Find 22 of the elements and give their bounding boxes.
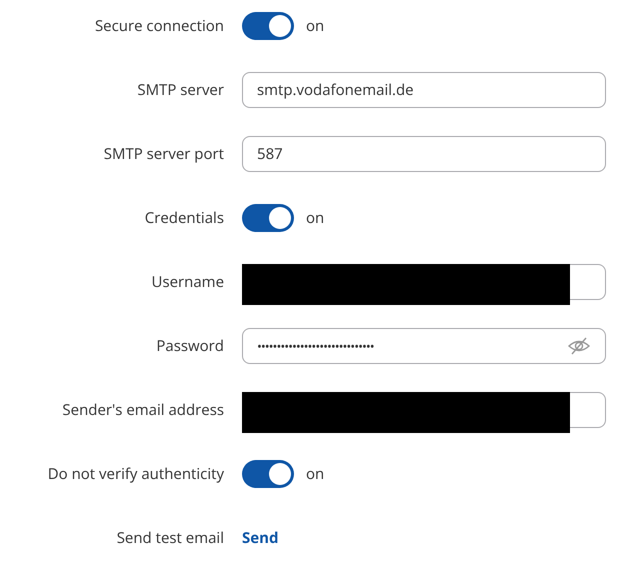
input-field[interactable] [570, 392, 606, 428]
toggle-state: on [306, 208, 324, 228]
field-label: Send test email [116, 528, 224, 548]
toggle-switch[interactable] [242, 204, 294, 232]
send-link[interactable]: Send [242, 528, 278, 548]
field-label: SMTP server port [104, 144, 224, 164]
input-field[interactable]: smtp.vodafonemail.de [242, 72, 606, 108]
field-label: Password [156, 336, 224, 356]
input-field[interactable] [570, 264, 606, 300]
input-field[interactable]: 587 [242, 136, 606, 172]
eye-slash-icon[interactable] [567, 336, 591, 356]
field-label: Credentials [144, 208, 224, 228]
field-label: SMTP server [137, 80, 224, 100]
field-label: Secure connection [94, 16, 224, 36]
toggle-switch[interactable] [242, 460, 294, 488]
password-field[interactable]: •••••••••••••••••••••••••••••• [242, 328, 606, 364]
toggle-state: on [306, 464, 324, 484]
toggle-switch[interactable] [242, 12, 294, 40]
field-label: Username [152, 272, 224, 292]
toggle-state: on [306, 16, 324, 36]
field-label: Do not verify authenticity [48, 464, 224, 484]
field-label: Sender's email address [62, 400, 224, 420]
